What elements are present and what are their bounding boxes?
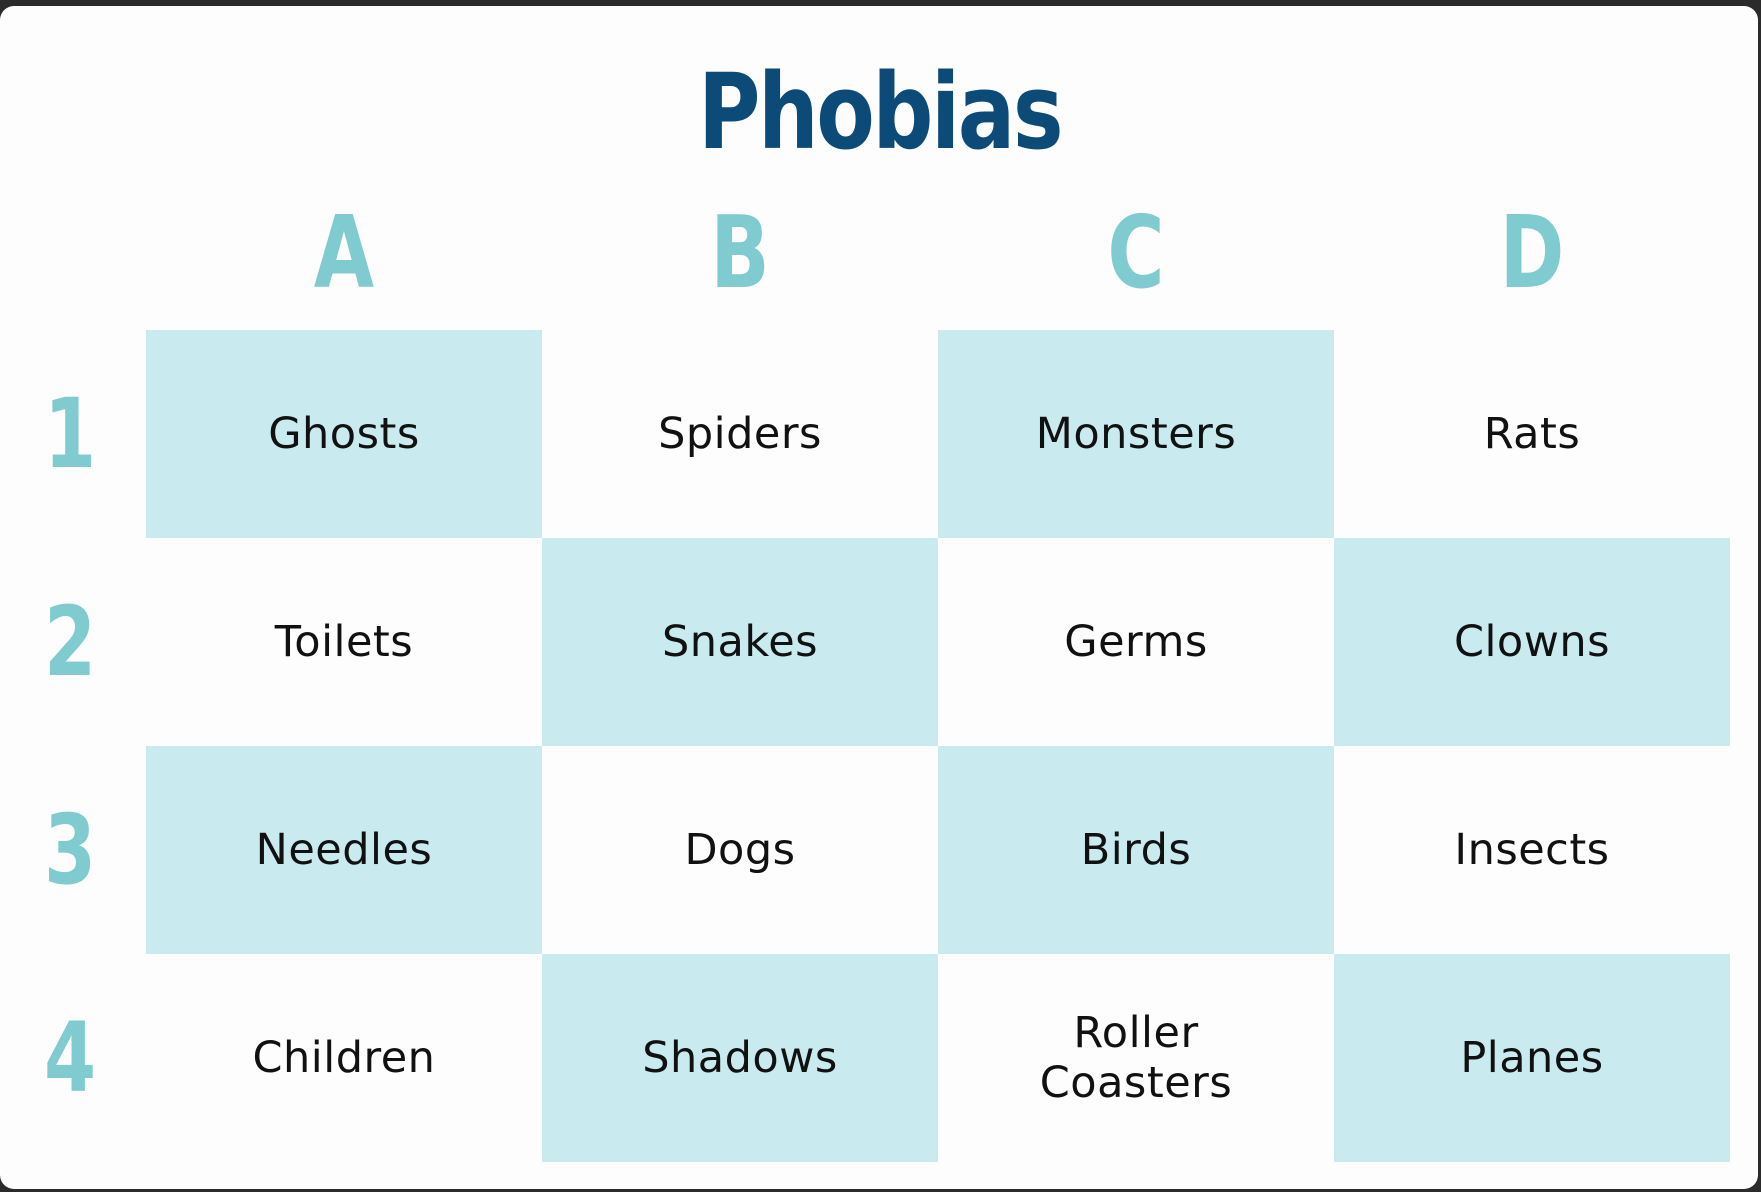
grid-cell-b4: Shadows [542, 954, 938, 1162]
cell-label: Insects [1454, 825, 1610, 875]
grid-cell-b3: Dogs [542, 746, 938, 954]
row-header-3: 3 [43, 794, 97, 906]
cell-label: Snakes [661, 617, 819, 667]
grid-cell-c1: Monsters [938, 330, 1334, 538]
column-header-b: B [710, 194, 770, 311]
column-header-d: D [1499, 194, 1565, 311]
cell-label: Planes [1460, 1033, 1604, 1083]
grid-cell-b2: Snakes [542, 538, 938, 746]
grid-cell-d1: Rats [1334, 330, 1730, 538]
column-header-a: A [313, 194, 375, 311]
grid-cell-a4: Children [146, 954, 542, 1162]
cell-label: Birds [1080, 825, 1192, 875]
grid-cell-b1: Spiders [542, 330, 938, 538]
row-header-1: 1 [43, 378, 97, 490]
phobias-card: Phobias A B C D 1 2 3 4 Ghosts Spiders M… [0, 6, 1758, 1189]
page-title: Phobias [697, 51, 1064, 173]
cell-label: Spiders [658, 409, 822, 459]
grid-cell-a1: Ghosts [146, 330, 542, 538]
cell-label: Ghosts [268, 409, 420, 459]
grid-cell-d2: Clowns [1334, 538, 1730, 746]
cell-label: Clowns [1453, 617, 1611, 667]
column-header-c: C [1107, 194, 1165, 311]
grid-cell-c2: Germs [938, 538, 1334, 746]
grid-cell-d4: Planes [1334, 954, 1730, 1162]
cell-label: Monsters [1035, 409, 1237, 459]
row-header-4: 4 [43, 1002, 97, 1114]
cell-label: Needles [255, 825, 433, 875]
cell-label: Germs [1064, 617, 1208, 667]
cell-label: Dogs [684, 825, 796, 875]
cell-label: Toilets [274, 617, 414, 667]
grid-cell-a3: Needles [146, 746, 542, 954]
phobia-grid: Ghosts Spiders Monsters Rats Toilets Sna… [146, 330, 1730, 1162]
grid-cell-a2: Toilets [146, 538, 542, 746]
row-header-2: 2 [43, 586, 97, 698]
grid-cell-c3: Birds [938, 746, 1334, 954]
grid-cell-d3: Insects [1334, 746, 1730, 954]
grid-cell-c4: Roller Coasters [938, 954, 1334, 1162]
cell-label: Rats [1483, 409, 1581, 459]
cell-label: Children [252, 1033, 436, 1083]
cell-label: Roller Coasters [1039, 1008, 1233, 1108]
cell-label: Shadows [642, 1033, 838, 1083]
